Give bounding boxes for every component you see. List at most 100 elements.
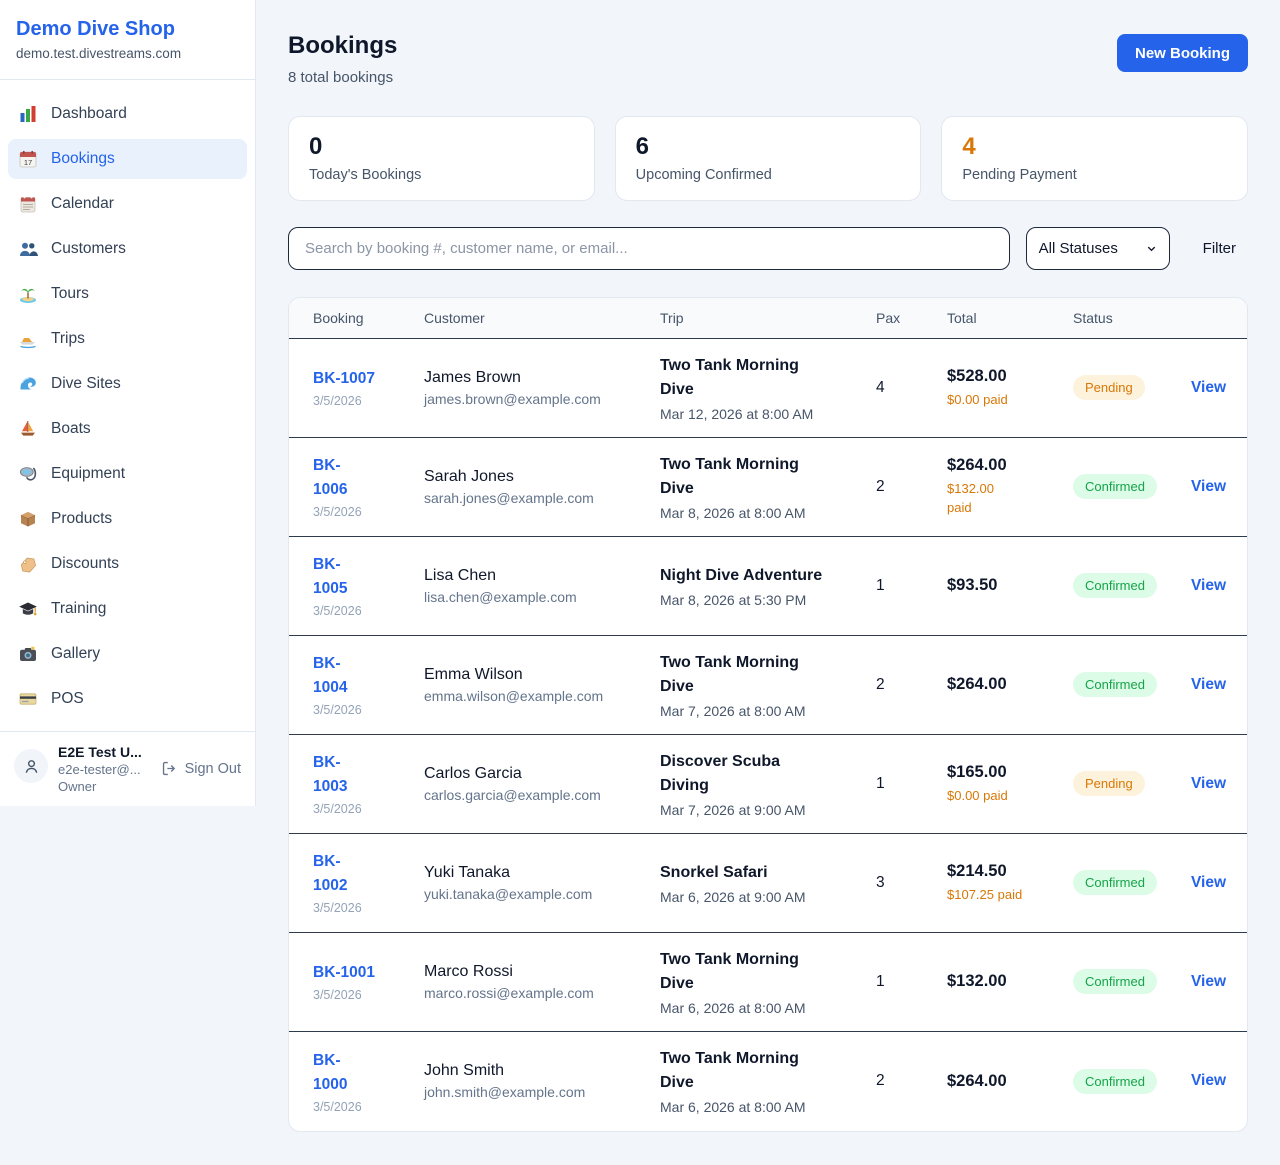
bookings-calendar-icon: 17 — [18, 149, 38, 169]
new-booking-button[interactable]: New Booking — [1117, 34, 1248, 72]
sidebar-item-tours[interactable]: Tours — [8, 274, 247, 314]
table-row: BK- 1000 3/5/2026 John Smith john.smith@… — [289, 1032, 1247, 1131]
table-body: BK-1007 3/5/2026 James Brown james.brown… — [289, 339, 1247, 1131]
sidebar-item-discounts[interactable]: Discounts — [8, 544, 247, 584]
sign-out-button[interactable]: Sign Out — [161, 760, 241, 777]
customer-name: Sarah Jones — [424, 468, 660, 486]
status-filter-select[interactable]: All Statuses — [1026, 227, 1170, 270]
column-header: Booking — [313, 310, 424, 326]
customer-email: john.smith@example.com — [424, 1084, 660, 1100]
total-cell: $165.00 $0.00 paid — [947, 763, 1073, 806]
main-content: Bookings 8 total bookings New Booking 0T… — [256, 0, 1280, 1165]
total-amount: $264.00 — [947, 675, 1073, 694]
booking-link[interactable]: BK-1007 — [313, 367, 375, 391]
sidebar-item-trips[interactable]: Trips — [8, 319, 247, 359]
chevron-down-icon — [1146, 243, 1157, 254]
trip-name: Night Dive Adventure — [660, 564, 876, 588]
sidebar-item-equipment[interactable]: Equipment — [8, 454, 247, 494]
customer-cell: John Smith john.smith@example.com — [424, 1062, 660, 1100]
view-link[interactable]: View — [1191, 775, 1226, 792]
booking-link[interactable]: BK- 1005 — [313, 553, 347, 601]
search-input[interactable] — [288, 227, 1010, 270]
view-link[interactable]: View — [1191, 676, 1226, 693]
column-header: Trip — [660, 310, 876, 326]
table-row: BK- 1005 3/5/2026 Lisa Chen lisa.chen@ex… — [289, 537, 1247, 636]
filter-row: All Statuses Filter — [288, 227, 1248, 270]
view-link[interactable]: View — [1191, 874, 1226, 891]
booking-date: 3/5/2026 — [313, 505, 424, 519]
sidebar-item-bookings[interactable]: 17Bookings — [8, 139, 247, 179]
status-cell: Confirmed — [1073, 1069, 1191, 1094]
view-link[interactable]: View — [1191, 577, 1226, 594]
user-role: Owner — [58, 779, 146, 794]
customer-email: emma.wilson@example.com — [424, 688, 660, 704]
status-cell: Pending — [1073, 771, 1191, 796]
stat-label: Pending Payment — [962, 167, 1227, 183]
trip-name: Two Tank Morning Dive — [660, 354, 876, 402]
trip-name: Two Tank Morning Dive — [660, 453, 876, 501]
trip-name: Discover Scuba Diving — [660, 750, 876, 798]
customer-email: lisa.chen@example.com — [424, 589, 660, 605]
sidebar-item-label: Dive Sites — [51, 375, 121, 393]
sidebar-item-training[interactable]: Training — [8, 589, 247, 629]
customer-email: marco.rossi@example.com — [424, 985, 660, 1001]
shop-name: Demo Dive Shop — [16, 17, 239, 41]
filter-button[interactable]: Filter — [1203, 240, 1236, 257]
sidebar-item-calendar[interactable]: Calendar — [8, 184, 247, 224]
trip-cell: Two Tank Morning Dive Mar 8, 2026 at 8:0… — [660, 453, 876, 521]
person-icon — [22, 757, 41, 776]
sidebar-item-dive-sites[interactable]: Dive Sites — [8, 364, 247, 404]
trip-cell: Discover Scuba Diving Mar 7, 2026 at 9:0… — [660, 750, 876, 818]
stat-value: 4 — [962, 134, 1227, 160]
total-amount: $132.00 — [947, 972, 1073, 991]
view-link[interactable]: View — [1191, 478, 1226, 495]
booking-link[interactable]: BK- 1006 — [313, 454, 347, 502]
customer-name: Carlos Garcia — [424, 765, 660, 783]
status-cell: Confirmed — [1073, 474, 1191, 499]
total-amount: $264.00 — [947, 456, 1073, 475]
view-link[interactable]: View — [1191, 973, 1226, 990]
booking-cell: BK- 1004 3/5/2026 — [313, 652, 424, 717]
trip-name: Two Tank Morning Dive — [660, 948, 876, 996]
discounts-tag-icon — [18, 554, 38, 574]
sidebar-item-gallery[interactable]: Gallery — [8, 634, 247, 674]
column-header: Total — [947, 310, 1073, 326]
sidebar-item-products[interactable]: Products — [8, 499, 247, 539]
total-cell: $132.00 — [947, 972, 1073, 991]
trip-cell: Two Tank Morning Dive Mar 7, 2026 at 8:0… — [660, 651, 876, 719]
booking-cell: BK-1001 3/5/2026 — [313, 961, 424, 1002]
stat-card: 6Upcoming Confirmed — [615, 116, 922, 201]
customer-name: Lisa Chen — [424, 567, 660, 585]
action-cell: View — [1191, 676, 1226, 694]
sidebar-item-pos[interactable]: POS — [8, 679, 247, 719]
booking-link[interactable]: BK- 1000 — [313, 1049, 347, 1097]
user-info: E2E Test U... e2e-tester@... Owner — [58, 744, 146, 794]
tours-island-icon — [18, 284, 38, 304]
boats-sailboat-icon — [18, 419, 38, 439]
view-link[interactable]: View — [1191, 379, 1226, 396]
sign-out-label: Sign Out — [185, 761, 241, 777]
booking-link[interactable]: BK-1001 — [313, 961, 375, 985]
table-row: BK- 1006 3/5/2026 Sarah Jones sarah.jone… — [289, 438, 1247, 537]
sidebar-item-label: Customers — [51, 240, 126, 258]
pax-count: 2 — [876, 1072, 947, 1090]
sidebar-item-dashboard[interactable]: Dashboard — [8, 94, 247, 134]
customer-name: John Smith — [424, 1062, 660, 1080]
booking-link[interactable]: BK- 1004 — [313, 652, 347, 700]
pax-count: 1 — [876, 973, 947, 991]
sign-out-icon — [161, 760, 178, 777]
action-cell: View — [1191, 775, 1226, 793]
svg-text:17: 17 — [24, 158, 32, 167]
sidebar-item-customers[interactable]: Customers — [8, 229, 247, 269]
booking-link[interactable]: BK- 1002 — [313, 850, 347, 898]
total-cell: $528.00 $0.00 paid — [947, 367, 1073, 410]
customer-email: carlos.garcia@example.com — [424, 787, 660, 803]
booking-link[interactable]: BK- 1003 — [313, 751, 347, 799]
booking-date: 3/5/2026 — [313, 703, 424, 717]
trip-datetime: Mar 6, 2026 at 8:00 AM — [660, 1099, 876, 1115]
trips-speedboat-icon — [18, 329, 38, 349]
view-link[interactable]: View — [1191, 1072, 1226, 1089]
booking-date: 3/5/2026 — [313, 901, 424, 915]
sidebar-item-boats[interactable]: Boats — [8, 409, 247, 449]
booking-cell: BK- 1000 3/5/2026 — [313, 1049, 424, 1114]
